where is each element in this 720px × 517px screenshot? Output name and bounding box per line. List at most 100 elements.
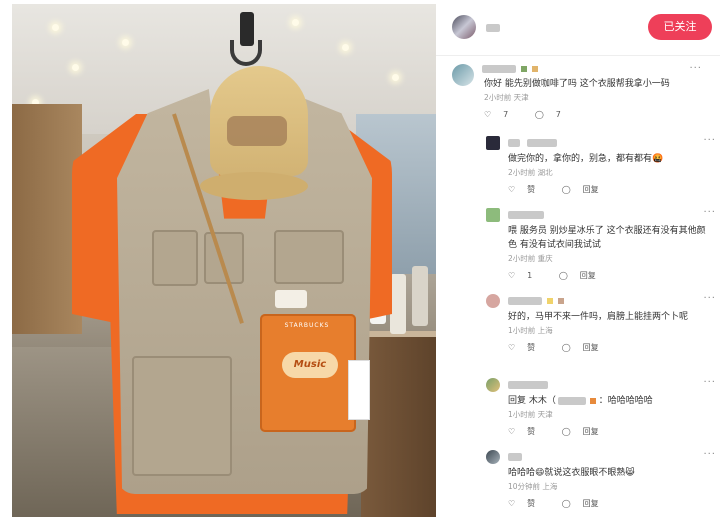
comment-meta: 2小时前 重庆 [508, 254, 553, 263]
product-photo[interactable]: STARBUCKS Music [12, 4, 436, 517]
like-label: 赞 [527, 343, 536, 352]
emoji-icon [531, 65, 538, 72]
badge-icon [546, 297, 553, 304]
more-options-icon[interactable]: ··· [703, 206, 716, 220]
commenter-name[interactable] [508, 296, 542, 305]
cap-logo [227, 116, 287, 146]
mentioned-name[interactable] [557, 396, 586, 405]
reply-label: 回复 [582, 343, 599, 352]
reply-count: 7 [555, 110, 561, 119]
cap-brim [200, 172, 308, 200]
like-button[interactable]: ♡ 赞 [508, 343, 547, 352]
reply-text: ：哈哈哈哈哈 [598, 396, 653, 406]
comment-actions: ♡ 赞 ◯ 回复 [508, 341, 714, 355]
commenter-name[interactable] [526, 138, 557, 147]
follow-button[interactable]: 已关注 [648, 14, 712, 40]
chat-bubble-icon: ◯ [561, 185, 571, 194]
commenter-avatar[interactable] [486, 450, 500, 464]
author-header: 已关注 [436, 0, 720, 56]
comment-text: 哈哈哈😄就说这衣服眼不眼熟😸 [508, 468, 635, 478]
reply-button[interactable]: ◯ 7 [535, 110, 573, 119]
chat-bubble-icon: ◯ [561, 499, 571, 508]
counter [361, 337, 436, 517]
reply-button[interactable]: ◯ 回复 [562, 343, 611, 352]
chat-bubble-icon: ◯ [534, 110, 544, 119]
commenter-avatar[interactable] [486, 136, 500, 150]
commenter-name[interactable] [482, 64, 516, 73]
like-button[interactable]: ♡ 赞 [508, 185, 547, 194]
like-count: 1 [527, 271, 533, 280]
vest-pocket [274, 230, 344, 284]
commenter-name[interactable] [508, 210, 544, 219]
thumbs-up-icon: ♡ [508, 185, 516, 194]
ceiling-light [342, 44, 349, 51]
chat-bubble-icon: ◯ [561, 427, 571, 436]
price-tag [348, 360, 370, 420]
comment-meta: 2小时前 湖北 [508, 168, 553, 177]
comment-text: 回复 木木（ ：哈哈哈哈哈 [508, 394, 714, 408]
chat-bubble-icon: ◯ [558, 271, 568, 280]
comment-text: 你好 能先别做咖啡了吗 这个衣服帮我拿小一码 [484, 79, 670, 89]
comment-actions: ♡ 7 ◯ 7 [484, 108, 714, 122]
vest-pocket [152, 230, 198, 286]
reply-button[interactable]: ◯ 回复 [562, 185, 611, 194]
commenter-name[interactable] [508, 138, 520, 147]
author-name[interactable] [486, 24, 500, 32]
more-options-icon[interactable]: ··· [703, 134, 716, 148]
vest-patch [275, 290, 307, 308]
commenter-avatar[interactable] [452, 64, 474, 86]
reply-label: 回复 [582, 499, 599, 508]
badge-icon [557, 297, 564, 304]
badge-icon [589, 397, 596, 404]
comment-text: 好的，马甲不来一件吗，肩膀上能挂两个卜呢 [508, 312, 689, 322]
ceiling-light [122, 39, 129, 46]
commenter-avatar[interactable] [486, 294, 500, 308]
ceiling-light [72, 64, 79, 71]
like-label: 赞 [527, 185, 536, 194]
thumbs-up-icon: ♡ [508, 499, 516, 508]
like-button[interactable]: ♡ 赞 [508, 499, 547, 508]
comment-text: 喂 服务员 别炒星冰乐了 这个衣服还有没有其他颜色 有没有试衣间我试试 [508, 226, 706, 250]
reply-label: 回复 [579, 271, 596, 280]
like-count: 7 [503, 110, 509, 119]
ceiling-light [392, 74, 399, 81]
more-options-icon[interactable]: ··· [689, 62, 702, 76]
tumbler [412, 266, 428, 326]
reply-label: 回复 [582, 427, 599, 436]
like-button[interactable]: ♡ 赞 [508, 427, 547, 436]
vest-pocket [132, 356, 232, 476]
wood-wall [12, 104, 82, 334]
ceiling-light [52, 24, 59, 31]
tumbler [390, 274, 406, 334]
more-options-icon[interactable]: ··· [703, 292, 716, 306]
author-avatar[interactable] [452, 15, 476, 39]
reply-label: 回复 [582, 185, 599, 194]
chat-bubble-icon: ◯ [561, 343, 571, 352]
like-label: 赞 [527, 427, 536, 436]
like-label: 赞 [527, 499, 536, 508]
emoji-icon [520, 65, 527, 72]
comment-meta: 1小时前 天津 [508, 410, 553, 419]
commenter-name[interactable] [508, 452, 522, 461]
comment-actions: ♡ 赞 ◯ 回复 [508, 183, 714, 197]
reply-button[interactable]: ◯ 回复 [559, 271, 608, 280]
like-button[interactable]: ♡ 1 [508, 271, 544, 280]
bag-logo: Music [282, 352, 338, 378]
more-options-icon[interactable]: ··· [703, 376, 716, 390]
heart-icon: ♡ [484, 110, 492, 119]
heart-icon: ♡ [508, 271, 516, 280]
comment-actions: ♡ 赞 ◯ 回复 [508, 425, 714, 439]
bag-label: STARBUCKS [284, 322, 330, 329]
like-button[interactable]: ♡ 7 [484, 110, 520, 119]
ceiling-light [292, 19, 299, 26]
comment-actions: ♡ 赞 ◯ 回复 [508, 497, 714, 511]
commenter-name[interactable] [508, 380, 548, 389]
reply-prefix: 回复 木木（ [508, 396, 556, 406]
comment-meta: 2小时前 天津 [484, 93, 529, 102]
comment-meta: 1小时前 上海 [508, 326, 553, 335]
reply-button[interactable]: ◯ 回复 [562, 499, 611, 508]
reply-button[interactable]: ◯ 回复 [562, 427, 611, 436]
commenter-avatar[interactable] [486, 208, 500, 222]
commenter-avatar[interactable] [486, 378, 500, 392]
more-options-icon[interactable]: ··· [703, 448, 716, 462]
